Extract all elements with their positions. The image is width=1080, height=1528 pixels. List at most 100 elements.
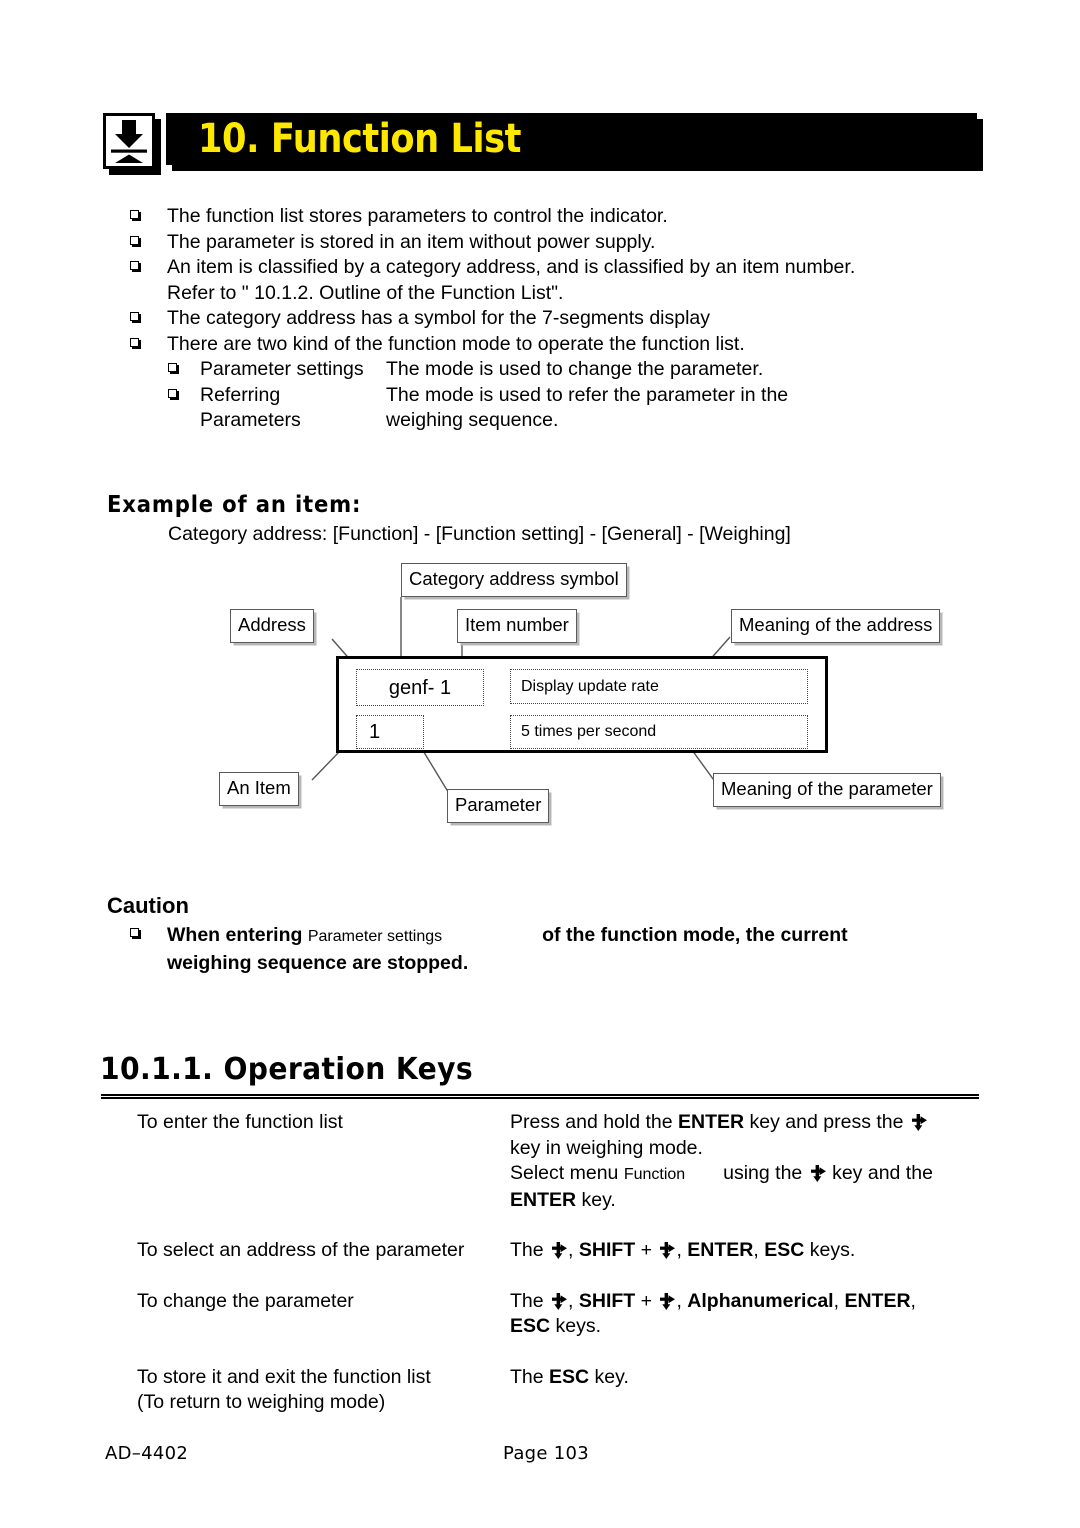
- keys-text: Select menu: [510, 1162, 624, 1184]
- bullet-continuation: Refer to " 10.1.2. Outline of the Functi…: [167, 281, 564, 304]
- keys-text: ,: [676, 1239, 688, 1261]
- bullet-text: An item is classified by a category addr…: [167, 256, 856, 278]
- mode-label: Parameter settings: [200, 358, 364, 380]
- caution-item: When entering Parameter settings of the f…: [130, 922, 990, 976]
- callout-category-address-symbol: Category address symbol: [401, 563, 627, 597]
- address-value-cell: genf- 1: [356, 669, 484, 706]
- table-row: To select an address of the parameter Th…: [137, 1238, 997, 1264]
- key-label: ESC: [510, 1315, 551, 1337]
- keys-text: ,: [568, 1239, 579, 1261]
- list-item: An item is classified by a category addr…: [130, 255, 990, 281]
- square-bullet-icon: [130, 928, 141, 939]
- parameter-value-cell: 1: [356, 715, 424, 749]
- nav-key-icon: [809, 1164, 826, 1182]
- key-label: ENTER: [678, 1111, 745, 1133]
- key-label: Alphanumerical: [687, 1289, 834, 1312]
- sub-list-item: Referring Parameters The mode is used to…: [130, 383, 990, 434]
- keys-line: The ESC key.: [510, 1365, 997, 1391]
- keys-cell: The ESC key.: [510, 1365, 997, 1416]
- table-row: To change the parameter The , SHIFT + , …: [137, 1289, 997, 1340]
- key-label: SHIFT: [578, 1289, 636, 1312]
- keys-text: The: [510, 1365, 550, 1388]
- callout-meaning-of-the-parameter: Meaning of the parameter: [713, 773, 941, 807]
- keys-line: Select menu Function using the key and t…: [510, 1161, 997, 1188]
- header-bar: 10. Function List: [166, 113, 977, 165]
- row-spacer: [137, 1213, 997, 1238]
- keys-cell: The , SHIFT + , ENTER, ESC keys.: [510, 1238, 997, 1264]
- bullet-text: The function list stores parameters to c…: [167, 205, 668, 227]
- caution-line-1: When entering Parameter settings of the f…: [167, 922, 990, 950]
- mode-description-line1: The mode is used to refer the parameter …: [386, 383, 789, 406]
- mode-description: The mode is used to refer the parameter …: [386, 383, 990, 434]
- mode-description: The mode is used to change the parameter…: [386, 358, 764, 380]
- bullet-text: There are two kind of the function mode …: [167, 332, 745, 355]
- keys-text: The: [510, 1239, 550, 1261]
- table-row: To enter the function list Press and hol…: [137, 1110, 997, 1213]
- list-item: There are two kind of the function mode …: [130, 332, 990, 358]
- keys-text: using the: [685, 1162, 808, 1184]
- key-label: ENTER: [687, 1239, 754, 1261]
- square-bullet-icon: [130, 337, 141, 349]
- caution-text-b: of the function mode, the current: [542, 924, 848, 946]
- operation-keys-table: To enter the function list Press and hol…: [137, 1110, 997, 1416]
- footer-model: AD–4402: [105, 1443, 189, 1464]
- callout-address: Address: [230, 609, 314, 643]
- action-line-1: To store it and exit the function list: [137, 1365, 431, 1388]
- caution-text-small: Parameter settings: [307, 928, 443, 945]
- address-meaning-cell: Display update rate: [510, 669, 808, 704]
- square-bullet-icon: [130, 261, 141, 272]
- keys-text: ,: [910, 1289, 916, 1312]
- keys-text: ,: [676, 1289, 688, 1312]
- mode-label: Referring Parameters: [200, 383, 301, 432]
- key-label: ESC: [764, 1239, 805, 1261]
- caution-heading: Caution: [107, 893, 189, 918]
- list-item: The function list stores parameters to c…: [130, 204, 990, 230]
- list-item: The parameter is stored in an item witho…: [130, 230, 990, 256]
- keys-line: Press and hold the ENTER key and press t…: [510, 1110, 997, 1136]
- square-bullet-icon: [130, 235, 141, 247]
- key-label: ENTER: [844, 1289, 911, 1312]
- action-cell: To select an address of the parameter: [137, 1239, 465, 1261]
- nav-key-icon: [550, 1292, 568, 1310]
- key-label: ENTER: [510, 1188, 577, 1211]
- keys-text: +: [635, 1239, 658, 1261]
- caution-body: When entering Parameter settings of the f…: [130, 922, 990, 976]
- square-bullet-icon: [130, 210, 141, 221]
- keys-text: key and the: [826, 1162, 933, 1184]
- keys-text: key.: [589, 1365, 629, 1388]
- callout-item-number: Item number: [457, 609, 577, 643]
- action-line-2: (To return to weighing mode): [137, 1391, 386, 1413]
- caution-line-2: weighing sequence are stopped.: [167, 952, 469, 974]
- keys-text: +: [635, 1289, 658, 1312]
- operation-keys-rule: [101, 1094, 979, 1099]
- keys-line: The , SHIFT + , ENTER, ESC keys.: [510, 1238, 997, 1264]
- keys-text: Press and hold the: [510, 1111, 679, 1133]
- keys-text: keys.: [804, 1239, 856, 1261]
- list-item: The category address has a symbol for th…: [130, 306, 990, 332]
- mode-description-line2: weighing sequence.: [386, 409, 559, 431]
- page-header: 10. Function List: [103, 113, 983, 175]
- keys-text: key in weighing mode.: [510, 1136, 703, 1159]
- parameter-meaning-cell: 5 times per second: [510, 715, 808, 749]
- keys-line: ENTER key.: [510, 1188, 997, 1214]
- callout-an-item: An Item: [219, 772, 299, 806]
- table-row: To store it and exit the function list (…: [137, 1365, 997, 1416]
- row-spacer: [137, 1340, 997, 1365]
- square-bullet-icon: [168, 388, 179, 400]
- keys-text: ,: [568, 1289, 579, 1312]
- example-heading: Example of an item:: [107, 492, 362, 518]
- keys-text: key.: [576, 1188, 616, 1211]
- key-label: SHIFT: [578, 1239, 636, 1261]
- page-title: 10. Function List: [198, 116, 522, 162]
- keys-line: key in weighing mode.: [510, 1136, 997, 1162]
- row-spacer: [137, 1264, 997, 1289]
- action-cell: To change the parameter: [137, 1289, 354, 1312]
- action-cell: To store it and exit the function list (…: [137, 1365, 510, 1416]
- keys-cell: The , SHIFT + , Alphanumerical, ENTER, ES…: [510, 1289, 997, 1340]
- caution-text-a: When entering: [167, 924, 303, 946]
- key-label: ESC: [549, 1365, 590, 1388]
- keys-text: keys.: [550, 1315, 602, 1337]
- keys-line: The , SHIFT + , Alphanumerical, ENTER,: [510, 1289, 997, 1315]
- keys-text: ,: [833, 1289, 845, 1312]
- square-bullet-icon: [168, 363, 179, 374]
